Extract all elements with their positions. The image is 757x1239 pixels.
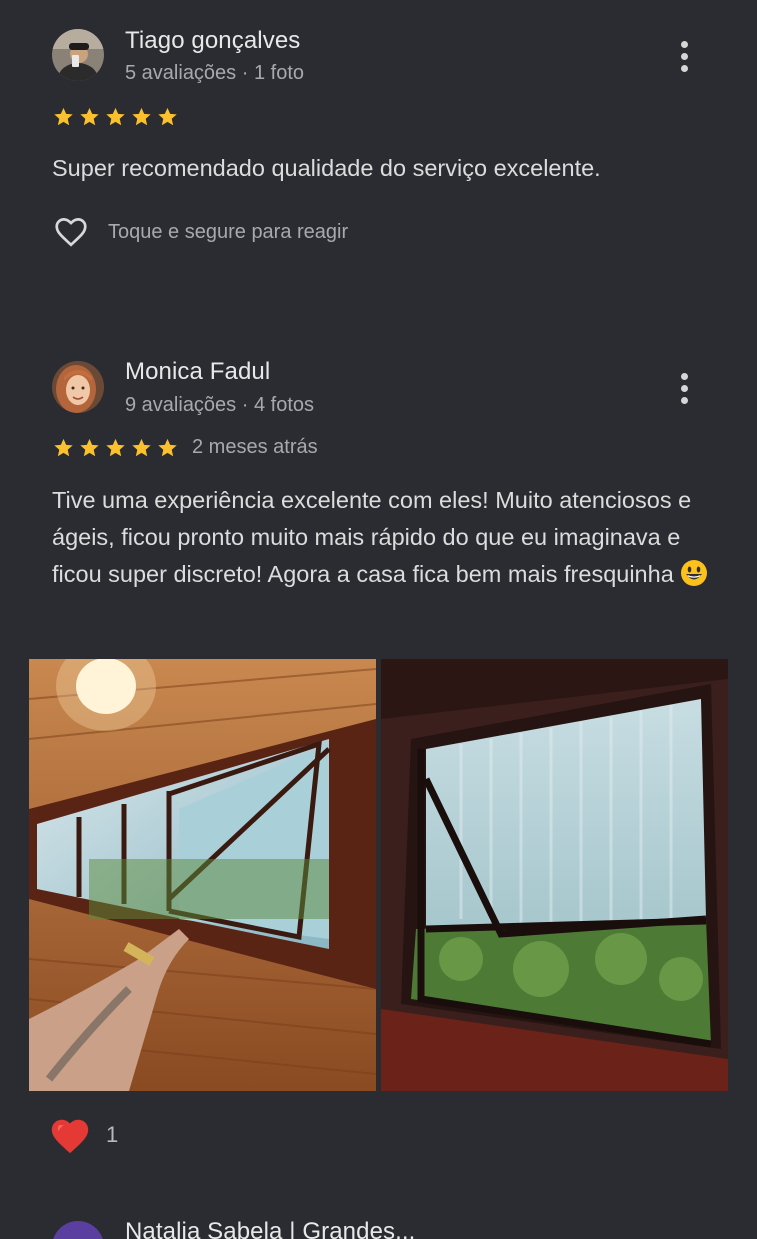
- review-photo[interactable]: [29, 659, 376, 1091]
- star-icon: [132, 107, 151, 126]
- heart-filled-icon: [51, 1119, 89, 1154]
- reaction-chip[interactable]: 1: [48, 1115, 118, 1155]
- star-icon: [80, 107, 99, 126]
- review-photo[interactable]: [381, 659, 728, 1091]
- more-options-button[interactable]: [668, 32, 700, 80]
- review-photos: [29, 659, 728, 1091]
- react-button[interactable]: Toque e segure para reagir: [52, 214, 348, 250]
- avatar[interactable]: [52, 29, 104, 81]
- avatar[interactable]: [52, 361, 104, 413]
- react-hint-label: Toque e segure para reagir: [108, 220, 349, 243]
- star-icon: [54, 107, 73, 126]
- star-icon: [54, 438, 73, 457]
- review-date: 2 meses atrás: [192, 436, 318, 458]
- author-name[interactable]: Natalia Sabela | Grandes...: [125, 1218, 415, 1239]
- more-vert-icon: [680, 40, 688, 48]
- star-rating: [52, 437, 179, 459]
- star-icon: [80, 438, 99, 457]
- author-name[interactable]: Tiago gonçalves: [125, 27, 300, 55]
- star-icon: [106, 438, 125, 457]
- grinning-face-emoji-icon: [681, 560, 708, 586]
- reaction-count: 1: [106, 1122, 119, 1147]
- heart-outline-icon: [55, 218, 87, 247]
- review-text-body: Tive uma experiência excelente com eles!…: [52, 487, 692, 587]
- star-rating: [52, 106, 179, 128]
- star-icon: [106, 107, 125, 126]
- review-text: Tive uma experiência excelente com eles!…: [52, 482, 712, 593]
- star-icon: [158, 438, 177, 457]
- more-options-button[interactable]: [668, 364, 700, 412]
- more-vert-icon: [680, 372, 688, 380]
- review-text: Super recomendado qualidade do serviço e…: [52, 155, 601, 181]
- star-icon: [132, 438, 151, 457]
- author-meta: 5 avaliações · 1 foto: [125, 62, 304, 84]
- author-meta: 9 avaliações · 4 fotos: [125, 394, 314, 416]
- star-icon: [158, 107, 177, 126]
- avatar[interactable]: [52, 1221, 104, 1239]
- author-name[interactable]: Monica Fadul: [125, 358, 270, 386]
